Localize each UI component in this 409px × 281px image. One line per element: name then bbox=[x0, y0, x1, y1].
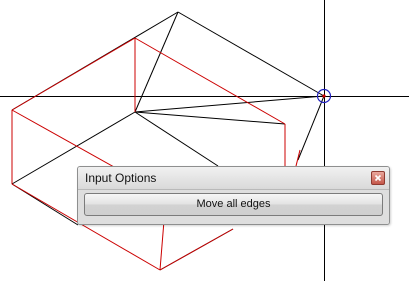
panel-titlebar[interactable]: Input Options bbox=[78, 167, 389, 190]
model-edges bbox=[11, 11, 325, 271]
crosshair-icon bbox=[0, 0, 409, 281]
panel-title: Input Options bbox=[85, 171, 157, 185]
input-options-panel: Input Options Move all edges bbox=[77, 166, 390, 225]
move-all-edges-button[interactable]: Move all edges bbox=[84, 193, 383, 216]
selected-edges bbox=[11, 37, 301, 271]
viewport-canvas[interactable] bbox=[0, 0, 409, 281]
panel-body: Move all edges bbox=[78, 190, 389, 224]
close-button[interactable] bbox=[371, 171, 385, 185]
modeling-viewport[interactable] bbox=[0, 0, 409, 281]
close-icon bbox=[374, 174, 382, 182]
